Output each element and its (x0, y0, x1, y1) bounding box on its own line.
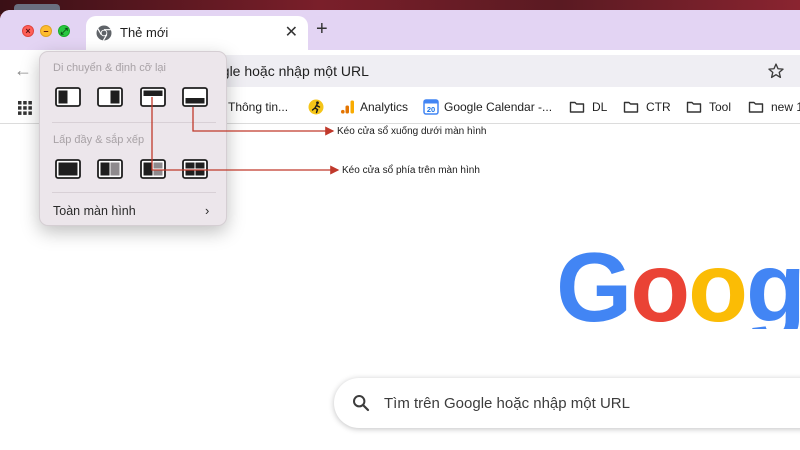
bookmark-new-1[interactable]: new 1 (771, 100, 800, 114)
minimize-window-button[interactable]: – (40, 25, 52, 37)
close-window-button[interactable]: × (22, 25, 34, 37)
maximize-icon: ⤢ (60, 26, 68, 36)
search-icon (353, 395, 370, 412)
chevron-right-icon: › (205, 203, 210, 218)
bookmark-google-calendar[interactable]: Google Calendar -... (444, 100, 552, 114)
arrange-quarters-icon[interactable] (182, 159, 208, 179)
bookmark-analytics[interactable]: Analytics (360, 100, 408, 114)
tab-strip: × – ⤢ Thẻ mới ✕ + (0, 10, 800, 50)
runner-icon[interactable] (308, 99, 324, 115)
address-bar[interactable]: ogle hoặc nhập một URL (160, 55, 800, 87)
search-placeholder: Tìm trên Google hoặc nhập một URL (384, 395, 630, 412)
menu-divider (52, 192, 216, 193)
bookmark-ctr[interactable]: CTR (646, 100, 671, 114)
folder-icon[interactable] (748, 99, 764, 115)
window-tiling-menu: Di chuyển & định cỡ lại Lấp đầy & sắp xế… (39, 51, 227, 226)
maximize-window-button[interactable]: ⤢ (58, 25, 70, 37)
folder-icon[interactable] (686, 99, 702, 115)
tab-close-icon[interactable]: ✕ (285, 22, 298, 42)
google-letter-g: G (556, 243, 630, 329)
tile-left-half-icon[interactable] (55, 87, 81, 107)
chrome-icon (96, 25, 112, 41)
folder-icon[interactable] (569, 99, 585, 115)
google-logo: Google (556, 243, 800, 329)
tile-top-half-icon[interactable] (140, 87, 166, 107)
bookmark-dl[interactable]: DL (592, 100, 607, 114)
annotation-drag-top: Kéo cửa sổ phía trên màn hình (342, 165, 480, 176)
calendar-icon[interactable]: 20 (423, 99, 439, 115)
annotation-drag-bottom: Kéo cửa sổ xuống dưới màn hình (337, 126, 487, 137)
tile-right-half-icon[interactable] (97, 87, 123, 107)
back-button[interactable]: ← (14, 60, 32, 81)
calendar-day-text: 20 (427, 105, 435, 114)
google-letter-o2: o (688, 243, 746, 329)
google-search-box[interactable]: Tìm trên Google hoặc nhập một URL (334, 378, 800, 428)
fill-arrange-heading: Lấp đầy & sắp xếp (53, 134, 145, 146)
move-resize-heading: Di chuyển & định cỡ lại (53, 62, 166, 74)
analytics-icon[interactable] (340, 99, 356, 115)
bookmark-thong-tin[interactable]: Thông tin... (228, 100, 288, 114)
google-letter-o1: o (630, 243, 688, 329)
tab-new-tab[interactable]: Thẻ mới ✕ (86, 16, 308, 50)
bookmark-tool[interactable]: Tool (709, 100, 731, 114)
svg-text:Google: Google (556, 243, 800, 329)
address-bar-text: ogle hoặc nhập một URL (214, 63, 369, 79)
folder-icon[interactable] (623, 99, 639, 115)
bookmark-star-icon[interactable] (767, 62, 785, 80)
minimize-icon: – (43, 26, 49, 36)
menu-divider (52, 122, 216, 123)
new-tab-button[interactable]: + (316, 19, 328, 39)
arrange-left-right-icon[interactable] (97, 159, 123, 179)
google-letter-g2: g (746, 243, 800, 329)
apps-grid-icon[interactable] (18, 101, 32, 115)
tile-bottom-half-icon[interactable] (182, 87, 208, 107)
fullscreen-menu-item[interactable]: Toàn màn hình (53, 204, 136, 218)
fill-screen-icon[interactable] (55, 159, 81, 179)
close-icon: × (25, 26, 31, 36)
arrange-left-stack-icon[interactable] (140, 159, 166, 179)
tab-title: Thẻ mới (120, 25, 169, 40)
